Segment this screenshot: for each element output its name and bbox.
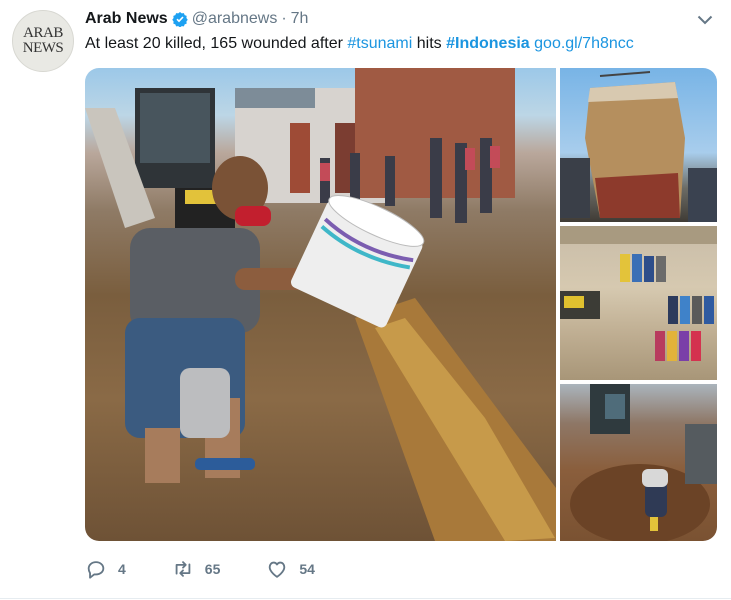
hashtag-indonesia[interactable]: #Indonesia bbox=[446, 35, 530, 52]
reply-icon bbox=[87, 561, 105, 579]
reply-count: 4 bbox=[118, 561, 126, 577]
heart-icon bbox=[269, 561, 286, 578]
photo-ship-illustration bbox=[560, 71, 717, 222]
verified-badge-icon bbox=[171, 12, 188, 27]
photo-aerial-illustration bbox=[560, 226, 717, 361]
logo-line-news: NEWS bbox=[22, 40, 64, 56]
logo-line-arab: ARAB bbox=[23, 25, 63, 41]
tweet-text-prefix: At least 20 killed, 165 wounded after bbox=[85, 35, 348, 52]
separator-dot: · bbox=[281, 10, 287, 27]
chevron-down-icon[interactable] bbox=[697, 14, 713, 26]
account-name[interactable]: Arab News bbox=[85, 10, 168, 28]
retweet-icon bbox=[175, 561, 191, 577]
photo-digging-grave[interactable] bbox=[560, 384, 717, 541]
tweet-text: At least 20 killed, 165 wounded after #t… bbox=[85, 34, 634, 54]
divider bbox=[0, 598, 731, 599]
photo-stranded-ship[interactable] bbox=[560, 68, 717, 222]
photo-digging-illustration bbox=[570, 384, 717, 541]
like-count: 54 bbox=[299, 561, 315, 577]
reply-button[interactable]: 4 bbox=[85, 558, 126, 580]
tweet-card[interactable]: ARAB NEWS Arab News @arabnews · 7h At le… bbox=[0, 0, 731, 600]
like-button[interactable]: 54 bbox=[266, 558, 315, 580]
tweet-actions: 4 65 54 bbox=[85, 556, 361, 582]
photo-main-bucket[interactable] bbox=[85, 68, 556, 541]
retweet-count: 65 bbox=[204, 561, 221, 577]
account-handle[interactable]: @arabnews bbox=[192, 10, 278, 28]
photo-aerial-bodies[interactable] bbox=[560, 226, 717, 380]
media-gallery bbox=[85, 68, 717, 541]
tweet-link[interactable]: goo.gl/7h8ncc bbox=[534, 35, 634, 52]
photo-main-illustration bbox=[85, 68, 556, 541]
retweet-button[interactable]: 65 bbox=[172, 558, 221, 580]
tweet-timestamp[interactable]: 7h bbox=[291, 10, 309, 28]
tweet-header: Arab News @arabnews · 7h bbox=[85, 8, 308, 30]
tweet-text-middle: hits bbox=[412, 35, 447, 52]
avatar[interactable]: ARAB NEWS bbox=[12, 10, 74, 72]
hashtag-tsunami[interactable]: #tsunami bbox=[347, 35, 412, 52]
